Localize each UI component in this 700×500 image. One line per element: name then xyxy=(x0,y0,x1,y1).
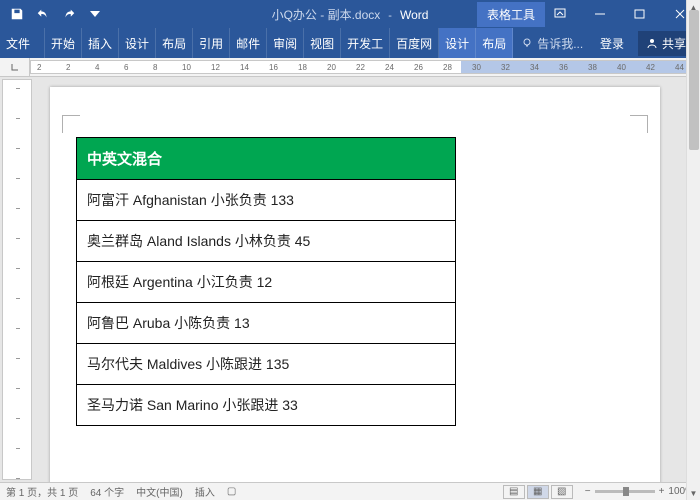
tab-review[interactable]: 审阅 xyxy=(267,28,304,58)
scrollbar-thumb[interactable] xyxy=(689,77,699,150)
table-tools-label: 表格工具 xyxy=(477,2,545,27)
macro-icon[interactable]: ▢ xyxy=(227,486,236,497)
table-row[interactable]: 阿富汗 Afghanistan 小张负责 133 xyxy=(77,180,456,221)
title-bar: 小Q办公 - 副本.docx - Word 表格工具 xyxy=(0,0,700,28)
share-icon xyxy=(646,37,658,49)
zoom-in-button[interactable]: + xyxy=(659,486,665,497)
redo-button[interactable] xyxy=(58,3,80,25)
tab-view[interactable]: 视图 xyxy=(304,28,341,58)
tab-design[interactable]: 设计 xyxy=(119,28,156,58)
tab-layout[interactable]: 布局 xyxy=(156,28,193,58)
maximize-button[interactable] xyxy=(620,0,660,28)
ribbon-options-button[interactable] xyxy=(540,0,580,28)
tab-baidu[interactable]: 百度网 xyxy=(390,28,439,58)
window-controls xyxy=(540,0,700,28)
login-button[interactable]: 登录 xyxy=(592,35,632,52)
zoom-slider[interactable] xyxy=(595,490,655,493)
tell-me-input[interactable]: 告诉我... xyxy=(513,28,591,58)
tab-home[interactable]: 开始 xyxy=(45,28,82,58)
tab-insert[interactable]: 插入 xyxy=(82,28,119,58)
app-name: Word xyxy=(400,8,428,22)
tab-table-layout[interactable]: 布局 xyxy=(476,28,513,58)
qat-customize-button[interactable] xyxy=(84,3,106,25)
undo-button[interactable] xyxy=(32,3,54,25)
margin-corner-tl xyxy=(62,115,80,133)
save-button[interactable] xyxy=(6,3,28,25)
table-row[interactable]: 阿根廷 Argentina 小江负责 12 xyxy=(77,262,456,303)
status-bar: 第 1 页，共 1 页 64 个字 中文(中国) 插入 ▢ ▤ ▦ ▧ − + … xyxy=(0,482,700,500)
vertical-ruler[interactable] xyxy=(2,79,32,480)
margin-corner-tr xyxy=(630,115,648,133)
insert-mode[interactable]: 插入 xyxy=(195,484,215,499)
document-name: 小Q办公 - 副本.docx xyxy=(272,6,381,23)
horizontal-ruler[interactable]: 2246810121416182022242628303234363840424… xyxy=(30,60,698,74)
document-area: 中英文混合 阿富汗 Afghanistan 小张负责 133 奥兰群岛 Alan… xyxy=(0,77,700,482)
print-layout-button[interactable]: ▦ xyxy=(527,485,549,499)
table-row[interactable]: 奥兰群岛 Aland Islands 小林负责 45 xyxy=(77,221,456,262)
ribbon-tabs: 文件 开始 插入 设计 布局 引用 邮件 审阅 视图 开发工 百度网 设计 布局… xyxy=(0,28,700,58)
tab-selector[interactable] xyxy=(0,58,30,76)
minimize-button[interactable] xyxy=(580,0,620,28)
tab-references[interactable]: 引用 xyxy=(193,28,230,58)
table-header[interactable]: 中英文混合 xyxy=(77,138,456,180)
lightbulb-icon xyxy=(521,37,533,49)
tab-mailings[interactable]: 邮件 xyxy=(230,28,267,58)
tab-file[interactable]: 文件 xyxy=(0,28,45,58)
quick-access-toolbar xyxy=(0,3,112,25)
tab-table-design[interactable]: 设计 xyxy=(439,28,476,58)
vertical-scrollbar[interactable]: ▲ ▼ xyxy=(686,77,700,482)
content-table[interactable]: 中英文混合 阿富汗 Afghanistan 小张负责 133 奥兰群岛 Alan… xyxy=(76,137,456,426)
table-row[interactable]: 马尔代夫 Maldives 小陈跟进 135 xyxy=(77,344,456,385)
read-mode-button[interactable]: ▤ xyxy=(503,485,525,499)
language[interactable]: 中文(中国) xyxy=(136,484,183,499)
zoom-control: − + 100% xyxy=(585,486,694,497)
tab-developer[interactable]: 开发工 xyxy=(341,28,390,58)
title-text: 小Q办公 - 副本.docx - Word xyxy=(272,6,429,23)
view-buttons: ▤ ▦ ▧ xyxy=(503,485,573,499)
page-count[interactable]: 第 1 页，共 1 页 xyxy=(6,484,78,499)
ruler-area: 2246810121416182022242628303234363840424… xyxy=(0,58,700,77)
table-row[interactable]: 圣马力诺 San Marino 小张跟进 33 xyxy=(77,385,456,426)
page[interactable]: 中英文混合 阿富汗 Afghanistan 小张负责 133 奥兰群岛 Alan… xyxy=(50,87,660,482)
zoom-out-button[interactable]: − xyxy=(585,486,591,497)
word-count[interactable]: 64 个字 xyxy=(90,484,124,499)
table-row[interactable]: 阿鲁巴 Aruba 小陈负责 13 xyxy=(77,303,456,344)
web-layout-button[interactable]: ▧ xyxy=(551,485,573,499)
